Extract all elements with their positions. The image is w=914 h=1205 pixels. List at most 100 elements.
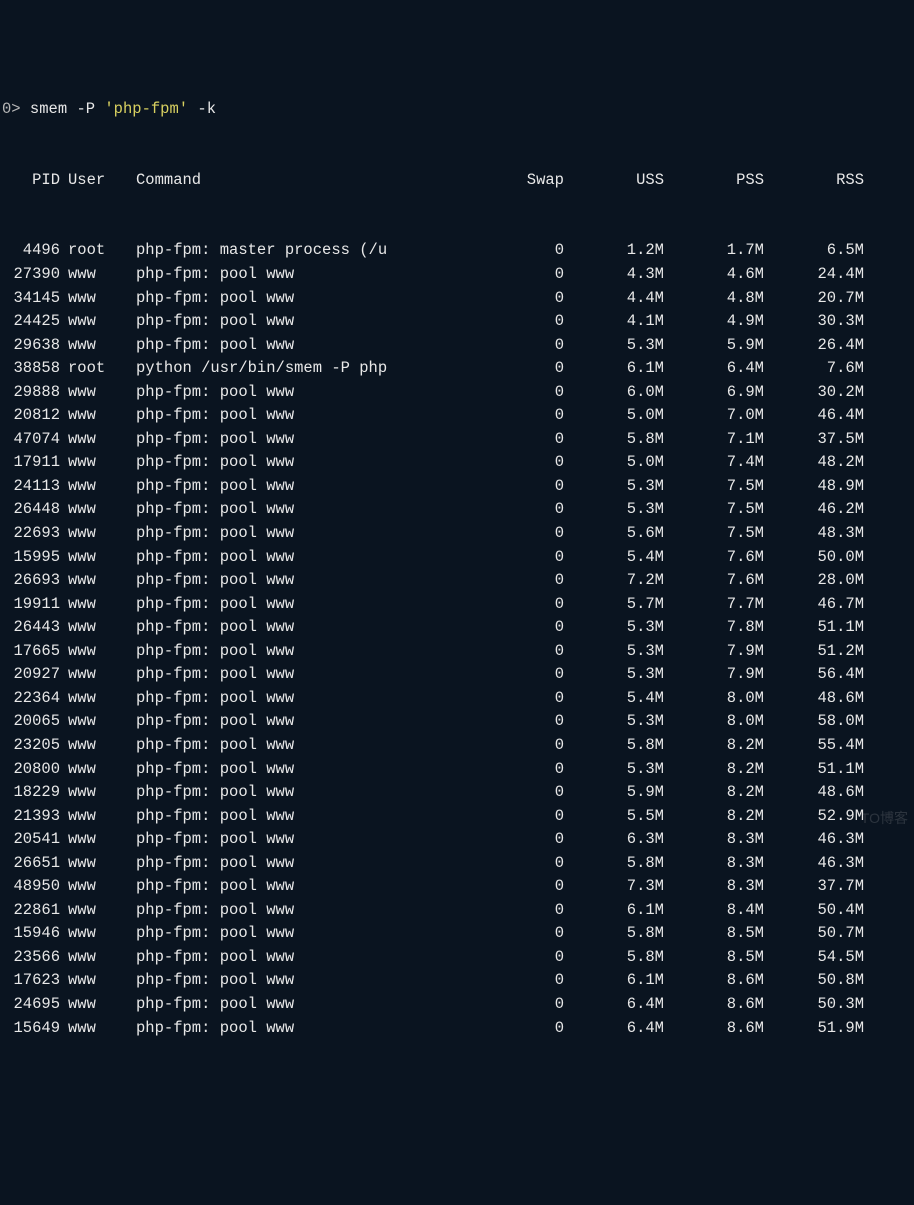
cell-command: php-fpm: pool www [116,875,464,899]
table-row: 23566wwwphp-fpm: pool www05.8M8.5M54.5M [0,946,914,970]
header-user: User [60,169,116,193]
cell-rss: 46.3M [764,828,864,852]
cell-user: root [60,357,116,381]
cell-pss: 8.2M [664,758,764,782]
cell-pss: 7.9M [664,640,764,664]
cell-rss: 55.4M [764,734,864,758]
cell-user: www [60,828,116,852]
cell-swap: 0 [464,593,564,617]
cell-rss: 51.1M [764,758,864,782]
cell-user: www [60,451,116,475]
table-row: 29888wwwphp-fpm: pool www06.0M6.9M30.2M [0,381,914,405]
cell-pid: 22364 [2,687,60,711]
cell-rss: 37.5M [764,428,864,452]
cell-uss: 1.2M [564,239,664,263]
cell-pss: 7.5M [664,522,764,546]
command-flag-1: -P [76,100,95,118]
cell-uss: 5.5M [564,805,664,829]
cell-rss: 46.2M [764,498,864,522]
header-pss: PSS [664,169,764,193]
cell-swap: 0 [464,710,564,734]
header-pid: PID [2,169,60,193]
table-row: 20065wwwphp-fpm: pool www05.3M8.0M58.0M [0,710,914,734]
cell-rss: 54.5M [764,946,864,970]
cell-pid: 4496 [2,239,60,263]
cell-uss: 5.8M [564,734,664,758]
table-row: 24695wwwphp-fpm: pool www06.4M8.6M50.3M [0,993,914,1017]
cell-pss: 7.7M [664,593,764,617]
cell-user: www [60,758,116,782]
table-row: 15649wwwphp-fpm: pool www06.4M8.6M51.9M [0,1017,914,1041]
cell-pss: 4.6M [664,263,764,287]
cell-command: php-fpm: pool www [116,828,464,852]
command-prompt-line[interactable]: 0> smem -P 'php-fpm' -k [0,98,914,122]
table-row: 17623wwwphp-fpm: pool www06.1M8.6M50.8M [0,969,914,993]
cell-pid: 24113 [2,475,60,499]
cell-pss: 8.3M [664,875,764,899]
cell-rss: 51.2M [764,640,864,664]
cell-command: php-fpm: pool www [116,569,464,593]
cell-rss: 7.6M [764,357,864,381]
cell-rss: 6.5M [764,239,864,263]
cell-swap: 0 [464,546,564,570]
table-row: 21393wwwphp-fpm: pool www05.5M8.2M52.9M [0,805,914,829]
command-arg: 'php-fpm' [104,100,188,118]
table-row: 20800wwwphp-fpm: pool www05.3M8.2M51.1M [0,758,914,782]
cell-pid: 29888 [2,381,60,405]
cell-pss: 8.3M [664,828,764,852]
command-name: smem [30,100,67,118]
watermark: TO博客 [861,808,908,829]
cell-swap: 0 [464,969,564,993]
cell-pss: 6.9M [664,381,764,405]
table-row: 17665wwwphp-fpm: pool www05.3M7.9M51.2M [0,640,914,664]
cell-user: www [60,381,116,405]
cell-pss: 8.6M [664,993,764,1017]
cell-swap: 0 [464,805,564,829]
cell-user: www [60,546,116,570]
cell-user: www [60,734,116,758]
table-row: 22364wwwphp-fpm: pool www05.4M8.0M48.6M [0,687,914,711]
table-row: 24113wwwphp-fpm: pool www05.3M7.5M48.9M [0,475,914,499]
cell-pss: 7.5M [664,498,764,522]
cell-user: www [60,522,116,546]
cell-user: www [60,640,116,664]
cell-command: php-fpm: pool www [116,969,464,993]
cell-command: php-fpm: pool www [116,805,464,829]
header-rss: RSS [764,169,864,193]
cell-command: php-fpm: pool www [116,522,464,546]
cell-user: www [60,263,116,287]
cell-uss: 5.8M [564,922,664,946]
table-row: 29638wwwphp-fpm: pool www05.3M5.9M26.4M [0,334,914,358]
table-row: 47074wwwphp-fpm: pool www05.8M7.1M37.5M [0,428,914,452]
table-row: 48950wwwphp-fpm: pool www07.3M8.3M37.7M [0,875,914,899]
cell-pss: 8.6M [664,969,764,993]
cell-pid: 17623 [2,969,60,993]
cell-user: www [60,663,116,687]
cell-rss: 30.2M [764,381,864,405]
cell-command: php-fpm: pool www [116,1017,464,1041]
cell-pid: 20065 [2,710,60,734]
cell-user: www [60,899,116,923]
cell-pid: 20541 [2,828,60,852]
cell-uss: 5.6M [564,522,664,546]
table-row: 38858rootpython /usr/bin/smem -P php06.1… [0,357,914,381]
cell-rss: 58.0M [764,710,864,734]
cell-pss: 5.9M [664,334,764,358]
cell-rss: 50.0M [764,546,864,570]
cell-command: php-fpm: master process (/u [116,239,464,263]
cell-rss: 50.8M [764,969,864,993]
cell-command: php-fpm: pool www [116,498,464,522]
cell-pss: 4.8M [664,287,764,311]
cell-pss: 8.2M [664,805,764,829]
cell-uss: 4.3M [564,263,664,287]
cell-rss: 50.7M [764,922,864,946]
cell-uss: 7.3M [564,875,664,899]
cell-swap: 0 [464,899,564,923]
cell-pid: 15649 [2,1017,60,1041]
cell-swap: 0 [464,616,564,640]
cell-command: php-fpm: pool www [116,287,464,311]
cell-pss: 7.0M [664,404,764,428]
process-list: 4496 root php-fpm: master process (/u 0 1.2M… [0,239,914,1040]
cell-pss: 7.5M [664,475,764,499]
cell-user: www [60,969,116,993]
